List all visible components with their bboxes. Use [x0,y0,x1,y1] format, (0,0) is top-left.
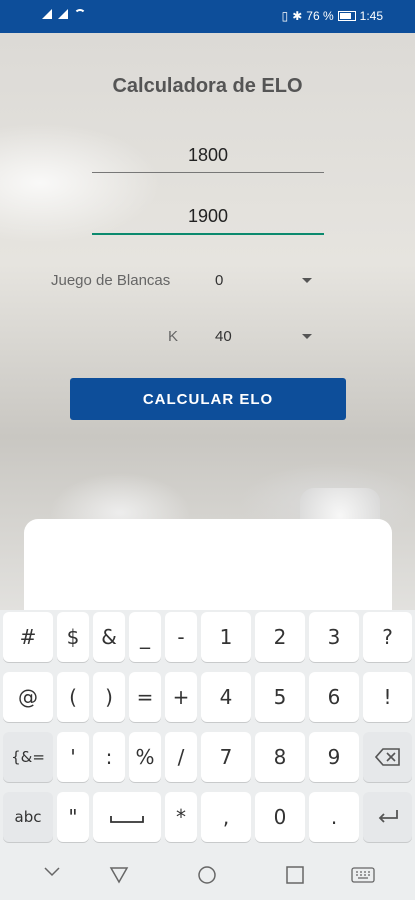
key-period[interactable]: . [309,792,359,842]
k-select[interactable]: 40 [205,322,320,352]
numeric-keyboard: # $ & _ - 1 2 3 ? @ ( ) = + 4 5 6 ! {&= … [0,610,415,850]
white-game-label: Juego de Blancas [51,272,171,289]
key-abc-toggle[interactable]: abc [3,792,53,842]
signal-group [42,9,86,19]
hide-keyboard-icon[interactable] [44,867,60,877]
navigation-bar [0,850,415,900]
key-underscore[interactable]: _ [129,612,161,662]
key-equals[interactable]: = [129,672,161,722]
key-comma[interactable]: , [201,792,251,842]
key-6[interactable]: 6 [309,672,359,722]
battery-icon [337,11,356,21]
keyboard-switch-icon[interactable] [351,867,375,883]
backspace-key[interactable] [363,732,412,782]
key-symbols-toggle[interactable]: {&= [3,732,53,782]
enter-key[interactable] [363,792,412,842]
recents-icon[interactable] [286,866,304,884]
key-asterisk[interactable]: * [165,792,197,842]
key-ampersand[interactable]: & [93,612,125,662]
white-game-value: 0 [215,272,224,289]
key-exclamation[interactable]: ! [363,672,412,722]
status-bar: ▯ ✱ 76 % 1:45 [0,0,415,33]
key-7[interactable]: 7 [201,732,251,782]
key-percent[interactable]: % [129,732,161,782]
key-colon[interactable]: : [93,732,125,782]
clock: 1:45 [359,9,383,23]
page-title: Calculadora de ELO [112,75,303,97]
key-paren-close[interactable]: ) [93,672,125,722]
rating-player-two-input[interactable]: 1900 [92,199,324,235]
key-quote[interactable]: " [57,792,89,842]
status-right: ▯ ✱ 76 % 1:45 [282,9,383,23]
key-hash[interactable]: # [3,612,53,662]
chevron-down-icon [302,334,312,339]
key-8[interactable]: 8 [255,732,305,782]
key-paren-open[interactable]: ( [57,672,89,722]
key-9[interactable]: 9 [309,732,359,782]
k-value: 40 [215,328,232,345]
key-plus[interactable]: + [165,672,197,722]
key-2[interactable]: 2 [255,612,305,662]
back-icon[interactable] [109,865,129,885]
home-icon[interactable] [197,865,217,885]
signal-icon [42,9,52,19]
enter-icon [378,810,398,823]
key-3[interactable]: 3 [309,612,359,662]
key-1[interactable]: 1 [201,612,251,662]
space-icon [110,816,144,823]
wifi-icon [74,9,86,19]
key-minus[interactable]: - [165,612,197,662]
k-label: K [168,328,179,345]
chevron-down-icon [302,278,312,283]
result-card [24,519,392,610]
space-key[interactable] [93,792,161,842]
backspace-icon [374,748,400,766]
key-5[interactable]: 5 [255,672,305,722]
key-0[interactable]: 0 [255,792,305,842]
key-slash[interactable]: / [165,732,197,782]
key-dollar[interactable]: $ [57,612,89,662]
white-game-select[interactable]: 0 [205,266,320,296]
bluetooth-icon: ✱ [292,9,303,23]
key-at[interactable]: @ [3,672,53,722]
key-question[interactable]: ? [363,612,412,662]
key-apostrophe[interactable]: ' [57,732,89,782]
calculate-elo-button[interactable]: CALCULAR ELO [70,378,346,420]
key-4[interactable]: 4 [201,672,251,722]
vibrate-icon: ▯ [281,9,289,23]
signal-icon-2 [58,9,68,19]
battery-percent: 76 % [306,9,334,23]
rating-player-one-input[interactable]: 1800 [92,138,324,173]
